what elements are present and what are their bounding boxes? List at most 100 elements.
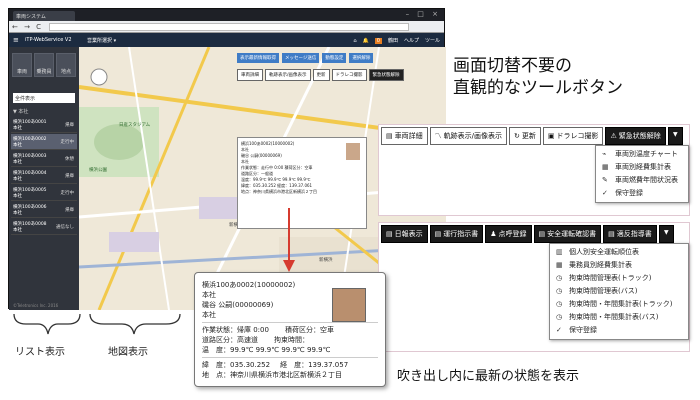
tab-vehicle[interactable]: 車両 xyxy=(12,53,32,77)
notification-badge[interactable]: 0 xyxy=(374,37,382,44)
menu-item[interactable]: ◷ 拘束時間・年間集計表(トラック) xyxy=(556,298,682,311)
list-item[interactable]: 横浜100あ0005 本社 走行中 xyxy=(11,185,77,201)
more-dropdown-button[interactable]: ▼ xyxy=(658,225,674,243)
edit-icon: ✎ xyxy=(602,176,608,184)
camera-icon: ▣ xyxy=(547,132,555,140)
clear-selection-button[interactable]: 選択解除 xyxy=(349,53,374,63)
nav-buttons[interactable]: ← → C xyxy=(12,23,43,31)
menu-item[interactable]: ◷ 拘束時間管理表(バス) xyxy=(556,285,682,298)
vehicle-popup-small: 横浜100あ0002(10000002) 本社 磯谷 公嗣(00000069) … xyxy=(237,137,367,229)
driver-photo xyxy=(332,288,366,322)
menu-item[interactable]: ◷ 拘束時間・年間集計表(バス) xyxy=(556,311,682,324)
table-icon: ▦ xyxy=(556,261,563,269)
menu-item[interactable]: ▦ 車両別経費集計表 xyxy=(602,161,682,174)
person-icon: ♟ xyxy=(490,230,497,238)
report-icon: ▤ xyxy=(386,230,393,238)
driver-more-menu: ▥ 個人別安全運転順位表 ▦ 乗務員別経費集計表 ◷ 拘束時間管理表(トラック) ◷ 拘… xyxy=(549,243,689,340)
clock-icon: ◷ xyxy=(556,287,563,295)
group-header[interactable]: ▼ 本社 xyxy=(13,108,28,115)
list-item[interactable]: 横浜100あ0003 本社 休憩 xyxy=(11,151,77,167)
driver-toolbar: ▤ 日報表示 ▤ 運行指示書 ♟ 点呼登録 ▤ 安全運転確認書 ▤ 適反指導書 ▼ xyxy=(381,225,674,243)
menu-item[interactable]: ✓ 保守登録 xyxy=(602,187,682,200)
check-icon: ✓ xyxy=(602,189,608,197)
place-label: 新横浜 xyxy=(319,258,333,263)
detail-icon: ▤ xyxy=(386,132,393,140)
update-button[interactable]: ↻ 更新 xyxy=(508,127,541,145)
header-actions: ⌂ 🔔 0 鶴田 ヘルプ ツール xyxy=(353,37,440,44)
rollcall-button[interactable]: ♟ 点呼登録 xyxy=(485,225,532,243)
track-view-button[interactable]: 軌跡表示/画像表示 xyxy=(265,69,311,81)
menu-item[interactable]: ▥ 個人別安全運転順位表 xyxy=(556,246,682,259)
browser-tabbar: 車両システム – □ × xyxy=(9,9,444,21)
list-item[interactable]: 横浜100あ0006 本社 帰庫 xyxy=(11,202,77,218)
place-label: 日産スタジアム xyxy=(119,123,151,128)
tracking-settings-button[interactable]: 動態設定 xyxy=(322,53,347,63)
more-dropdown-button[interactable]: ▼ xyxy=(667,127,683,145)
address-bar: ← → C xyxy=(9,21,444,33)
list-item[interactable]: 横浜100あ0002 本社 走行中 xyxy=(11,134,77,150)
office-dropdown[interactable]: 営業所選択 ▾ xyxy=(87,37,116,44)
list-item[interactable]: 横浜100あ0004 本社 帰庫 xyxy=(11,168,77,184)
bell-icon[interactable]: 🔔 xyxy=(363,38,369,44)
user-name[interactable]: 鶴田 xyxy=(388,37,398,44)
refresh-latest-button[interactable]: 表示最新情報取得 xyxy=(237,53,279,63)
dashcam-button[interactable]: ▣ ドラレコ撮影 xyxy=(542,127,604,145)
callout-arrow-icon xyxy=(283,208,295,272)
feature-heading: 画面切替不要の 直観的なツールボタン xyxy=(453,56,623,98)
operation-order-button[interactable]: ▤ 運行指示書 xyxy=(429,225,484,243)
vehicle-more-menu: ⌁ 車両別温度チャート ▦ 車両別経費集計表 ✎ 車両燃費年間状況表 ✓ 保守登録 xyxy=(595,145,689,203)
app-header: ≡ iTP-WebService V2 営業所選択 ▾ ⌂ 🔔 0 鶴田 ヘルプ… xyxy=(9,33,444,47)
caption-brackets xyxy=(13,313,181,335)
clock-icon: ◷ xyxy=(556,300,563,308)
violation-guidance-button[interactable]: ▤ 適反指導書 xyxy=(603,225,657,243)
driver-photo xyxy=(346,143,360,160)
check-icon: ✓ xyxy=(556,326,562,334)
menu-item[interactable]: ▦ 乗務員別経費集計表 xyxy=(556,259,682,272)
menu-item[interactable]: ⌁ 車両別温度チャート xyxy=(602,148,682,161)
emergency-release-button[interactable]: 緊急状態解除 xyxy=(368,69,404,81)
menu-icon[interactable]: ≡ xyxy=(13,36,19,44)
vehicle-toolbar-zoom: ▤ 車両詳細 〽軌跡表示/画像表示 ↻ 更新 ▣ ドラレコ撮影 ⚠ 緊急状態解除 ▼ ⌁… xyxy=(378,124,690,216)
caption-list-view: リスト表示 xyxy=(15,347,65,358)
map-toolbar-primary: 表示最新情報取得 メッセージ送信 動態設定 選択解除 xyxy=(237,53,374,63)
vehicle-status-popup: 横浜100あ0002(10000002) 本社 磯谷 公嗣(00000069) … xyxy=(194,272,386,387)
report-icon: ▤ xyxy=(608,230,615,238)
report-icon: ▤ xyxy=(538,230,546,238)
app-name: iTP-WebService V2 xyxy=(25,37,72,43)
map-toolbar-secondary: 車両詳細 軌跡表示/画像表示 更新 ドラレコ撮影 緊急状態解除 xyxy=(237,69,404,81)
daily-report-button[interactable]: ▤ 日報表示 xyxy=(381,225,428,243)
caption-map-view: 地図表示 xyxy=(108,347,148,358)
filter-select[interactable]: 全件表示 xyxy=(13,93,75,103)
clock-icon: ◷ xyxy=(556,313,563,321)
tools-link[interactable]: ツール xyxy=(425,37,440,44)
track-icon: 〽 xyxy=(434,132,442,140)
menu-item[interactable]: ✓ 保守登録 xyxy=(556,324,682,337)
vehicle-list-panel: 車両 乗務員 地点 全件表示 ▼ 本社 横浜100あ0001 本社 帰庫 横浜100… xyxy=(9,47,79,310)
tab-place[interactable]: 地点 xyxy=(56,53,76,77)
list-item[interactable]: 横浜100あ0001 本社 帰庫 xyxy=(11,117,77,133)
menu-item[interactable]: ✎ 車両燃費年間状況表 xyxy=(602,174,682,187)
clock-icon: ◷ xyxy=(556,274,563,282)
emergency-release-button[interactable]: ⚠ 緊急状態解除 xyxy=(605,127,666,145)
copyright: ©Teletronics Inc. 2016 xyxy=(13,303,59,308)
tab-driver[interactable]: 乗務員 xyxy=(34,53,54,77)
send-message-button[interactable]: メッセージ送信 xyxy=(282,53,320,63)
caption-popup: 吹き出し内に最新の状態を表示 xyxy=(397,369,580,384)
update-button[interactable]: 更新 xyxy=(312,69,330,81)
menu-item[interactable]: ◷ 拘束時間管理表(トラック) xyxy=(556,272,682,285)
dashcam-button[interactable]: ドラレコ撮影 xyxy=(331,69,367,81)
window-controls[interactable]: – □ × xyxy=(406,10,441,18)
home-icon[interactable]: ⌂ xyxy=(353,38,356,44)
vehicle-detail-button[interactable]: ▤ 車両詳細 xyxy=(381,127,428,145)
report-icon: ▤ xyxy=(434,230,442,238)
place-label: 横浜公園 xyxy=(89,168,107,173)
url-field[interactable] xyxy=(49,23,409,31)
driver-toolbar-zoom: ▤ 日報表示 ▤ 運行指示書 ♟ 点呼登録 ▤ 安全運転確認書 ▤ 適反指導書 ▼ ▥ 個人… xyxy=(378,222,690,352)
list-item[interactable]: 横浜100あ0008 本社 通信なし xyxy=(11,219,77,235)
warning-icon: ⚠ xyxy=(610,132,617,140)
help-link[interactable]: ヘルプ xyxy=(404,37,419,44)
track-view-button[interactable]: 〽軌跡表示/画像表示 xyxy=(429,127,507,145)
safe-driving-button[interactable]: ▤ 安全運転確認書 xyxy=(533,225,602,243)
vehicle-detail-button[interactable]: 車両詳細 xyxy=(237,69,263,81)
browser-tab[interactable]: 車両システム xyxy=(13,11,75,21)
